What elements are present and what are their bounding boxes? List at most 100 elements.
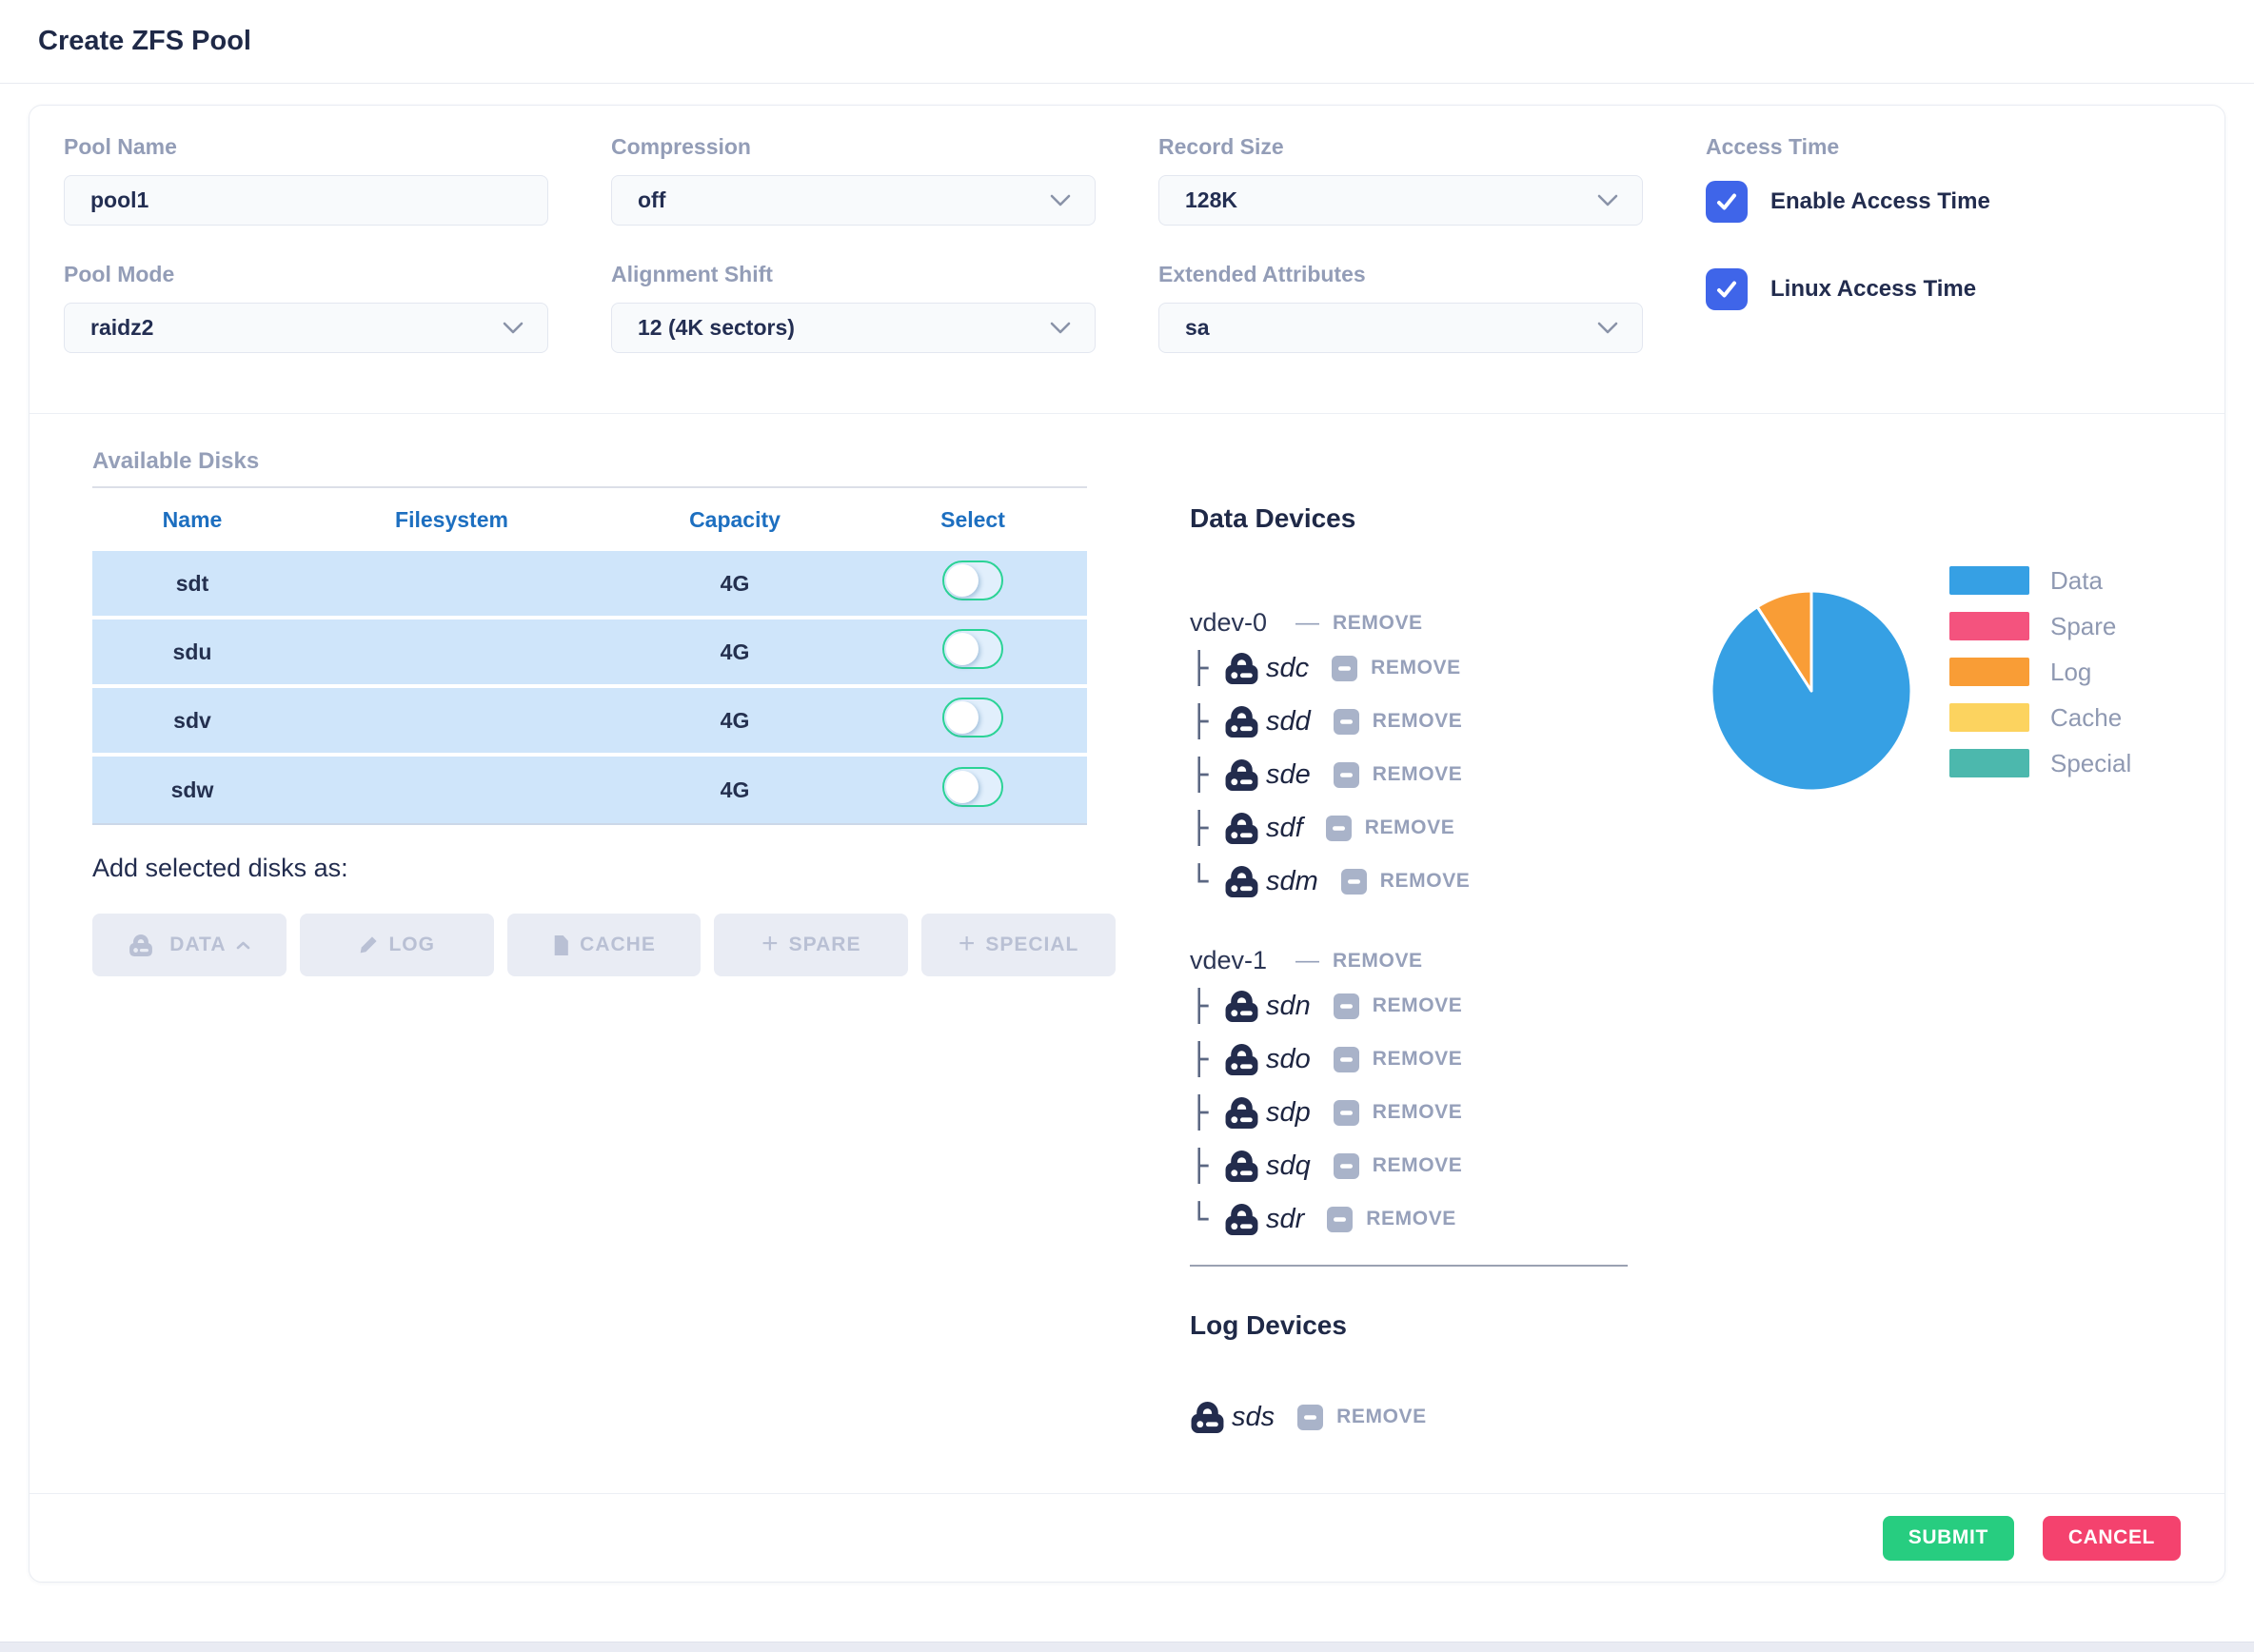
add-as-data-button[interactable]: DATA	[92, 914, 287, 976]
table-row: sdw4G	[92, 757, 1087, 825]
pool-options-form: Pool Name Pool Mode raidz2 Compression o…	[30, 106, 2224, 353]
add-as-special-button[interactable]: + SPECIAL	[921, 914, 1116, 976]
disk-select-toggle[interactable]	[942, 560, 1003, 600]
vdev-header: vdev-0—REMOVE	[1190, 608, 1666, 638]
toggle-knob	[946, 701, 979, 734]
record-size-select[interactable]: 128K	[1158, 175, 1643, 226]
remove-button[interactable]: REMOVE	[1333, 612, 1423, 635]
compression-select[interactable]: off	[611, 175, 1096, 226]
caret-up-icon	[236, 941, 250, 950]
device-name: sdn	[1266, 991, 1311, 1022]
toggle-knob	[946, 564, 979, 597]
remove-label: REMOVE	[1373, 1154, 1463, 1177]
pool-name-input[interactable]	[90, 187, 524, 213]
dialog-header: Create ZFS Pool	[0, 0, 2254, 84]
remove-button[interactable]: REMOVE	[1326, 816, 1455, 841]
alignment-shift-label: Alignment Shift	[611, 262, 1096, 287]
page-bottom-strip	[0, 1642, 2254, 1652]
device-name: sdq	[1266, 1150, 1311, 1182]
remove-label: REMOVE	[1365, 816, 1455, 839]
disk-select-toggle[interactable]	[942, 629, 1003, 669]
pool-mode-select[interactable]: raidz2	[64, 303, 548, 353]
form-col-2: Compression off Alignment Shift 12 (4K s…	[611, 134, 1096, 353]
table-row: sdv4G	[92, 688, 1087, 757]
create-pool-card: Pool Name Pool Mode raidz2 Compression o…	[29, 105, 2225, 1583]
device-name: sdd	[1266, 706, 1311, 738]
device-row: ├ sdq REMOVE	[1190, 1143, 1666, 1189]
plus-icon: +	[959, 930, 977, 958]
compression-group: Compression off	[611, 134, 1096, 226]
device-name: sdf	[1266, 813, 1303, 844]
device-row: ├ sdo REMOVE	[1190, 1036, 1666, 1082]
table-row: sdu4G	[92, 620, 1087, 688]
remove-button[interactable]: REMOVE	[1341, 869, 1471, 895]
remove-button[interactable]: REMOVE	[1327, 1207, 1456, 1232]
toggle-knob	[946, 771, 979, 803]
chevron-down-icon	[1597, 322, 1618, 334]
drive-icon	[1224, 1043, 1259, 1076]
disk-select-toggle[interactable]	[942, 698, 1003, 738]
pencil-icon	[358, 934, 379, 955]
disk-name-cell: sdt	[92, 551, 292, 620]
pool-mode-value: raidz2	[90, 315, 503, 341]
disk-capacity-cell: 4G	[611, 551, 859, 620]
alignment-shift-value: 12 (4K sectors)	[638, 315, 1050, 341]
linux-access-time-row: Linux Access Time	[1706, 268, 2190, 310]
remove-label: REMOVE	[1336, 1406, 1427, 1428]
vdev-group: vdev-0—REMOVE├ sdc REMOVE├ sdd REMOVE├ s…	[1190, 608, 1666, 904]
table-row: sdt 4G	[92, 551, 1087, 620]
table-header-row: Name Filesystem Capacity Select	[92, 488, 1087, 551]
device-row: └ sdr REMOVE	[1190, 1196, 1666, 1242]
pool-name-field	[64, 175, 548, 226]
remove-button[interactable]: REMOVE	[1297, 1405, 1427, 1430]
form-col-4: Access Time Enable Access Time Linux Acc…	[1706, 134, 2190, 353]
remove-label: REMOVE	[1366, 1208, 1456, 1230]
add-as-cache-button[interactable]: CACHE	[507, 914, 702, 976]
log-device-list: sds REMOVE	[1190, 1394, 1666, 1440]
remove-button[interactable]: REMOVE	[1334, 1100, 1463, 1126]
legend-swatch	[1949, 703, 2029, 732]
disk-select-cell	[859, 757, 1087, 825]
column-header-filesystem: Filesystem	[292, 488, 611, 551]
button-label: SPECIAL	[985, 934, 1078, 956]
column-header-name: Name	[92, 488, 292, 551]
button-label: DATA	[169, 934, 226, 956]
legend-label: Log	[2050, 658, 2091, 687]
device-name: sdm	[1266, 866, 1318, 897]
submit-button[interactable]: SUBMIT	[1883, 1516, 2014, 1561]
legend-item: Cache	[1949, 703, 2131, 732]
drive-icon	[1224, 812, 1259, 845]
remove-button[interactable]: REMOVE	[1334, 993, 1463, 1019]
device-row: ├ sdp REMOVE	[1190, 1090, 1666, 1135]
extended-attributes-select[interactable]: sa	[1158, 303, 1643, 353]
chevron-down-icon	[1050, 322, 1071, 334]
disk-select-cell	[859, 620, 1087, 688]
alignment-shift-group: Alignment Shift 12 (4K sectors)	[611, 262, 1096, 353]
file-icon	[552, 934, 570, 956]
linux-access-time-text: Linux Access Time	[1770, 276, 1976, 303]
disk-select-toggle[interactable]	[942, 767, 1003, 807]
remove-button[interactable]: REMOVE	[1334, 709, 1463, 735]
remove-button[interactable]: REMOVE	[1332, 656, 1461, 681]
remove-button[interactable]: REMOVE	[1333, 950, 1423, 973]
tree-connector: ├	[1190, 653, 1224, 683]
available-disks-table: Name Filesystem Capacity Select sdt 4Gsdu…	[92, 486, 1087, 825]
access-time-label: Access Time	[1706, 134, 2190, 160]
disk-select-cell	[859, 551, 1087, 620]
tree-connector: ├	[1190, 813, 1224, 843]
add-disks-label: Add selected disks as:	[92, 854, 1116, 883]
add-as-log-button[interactable]: LOG	[300, 914, 494, 976]
extended-attributes-group: Extended Attributes sa	[1158, 262, 1643, 353]
linux-access-time-checkbox[interactable]	[1706, 268, 1748, 310]
cancel-button[interactable]: CANCEL	[2043, 1516, 2181, 1561]
legend-item: Spare	[1949, 612, 2131, 640]
remove-button[interactable]: REMOVE	[1334, 762, 1463, 788]
remove-button[interactable]: REMOVE	[1334, 1153, 1463, 1179]
checkmark-icon	[1714, 189, 1739, 214]
enable-access-time-checkbox[interactable]	[1706, 181, 1748, 223]
legend-item: Special	[1949, 749, 2131, 777]
add-as-spare-button[interactable]: + SPARE	[714, 914, 908, 976]
alignment-shift-select[interactable]: 12 (4K sectors)	[611, 303, 1096, 353]
remove-button[interactable]: REMOVE	[1334, 1047, 1463, 1072]
disk-select-cell	[859, 688, 1087, 757]
